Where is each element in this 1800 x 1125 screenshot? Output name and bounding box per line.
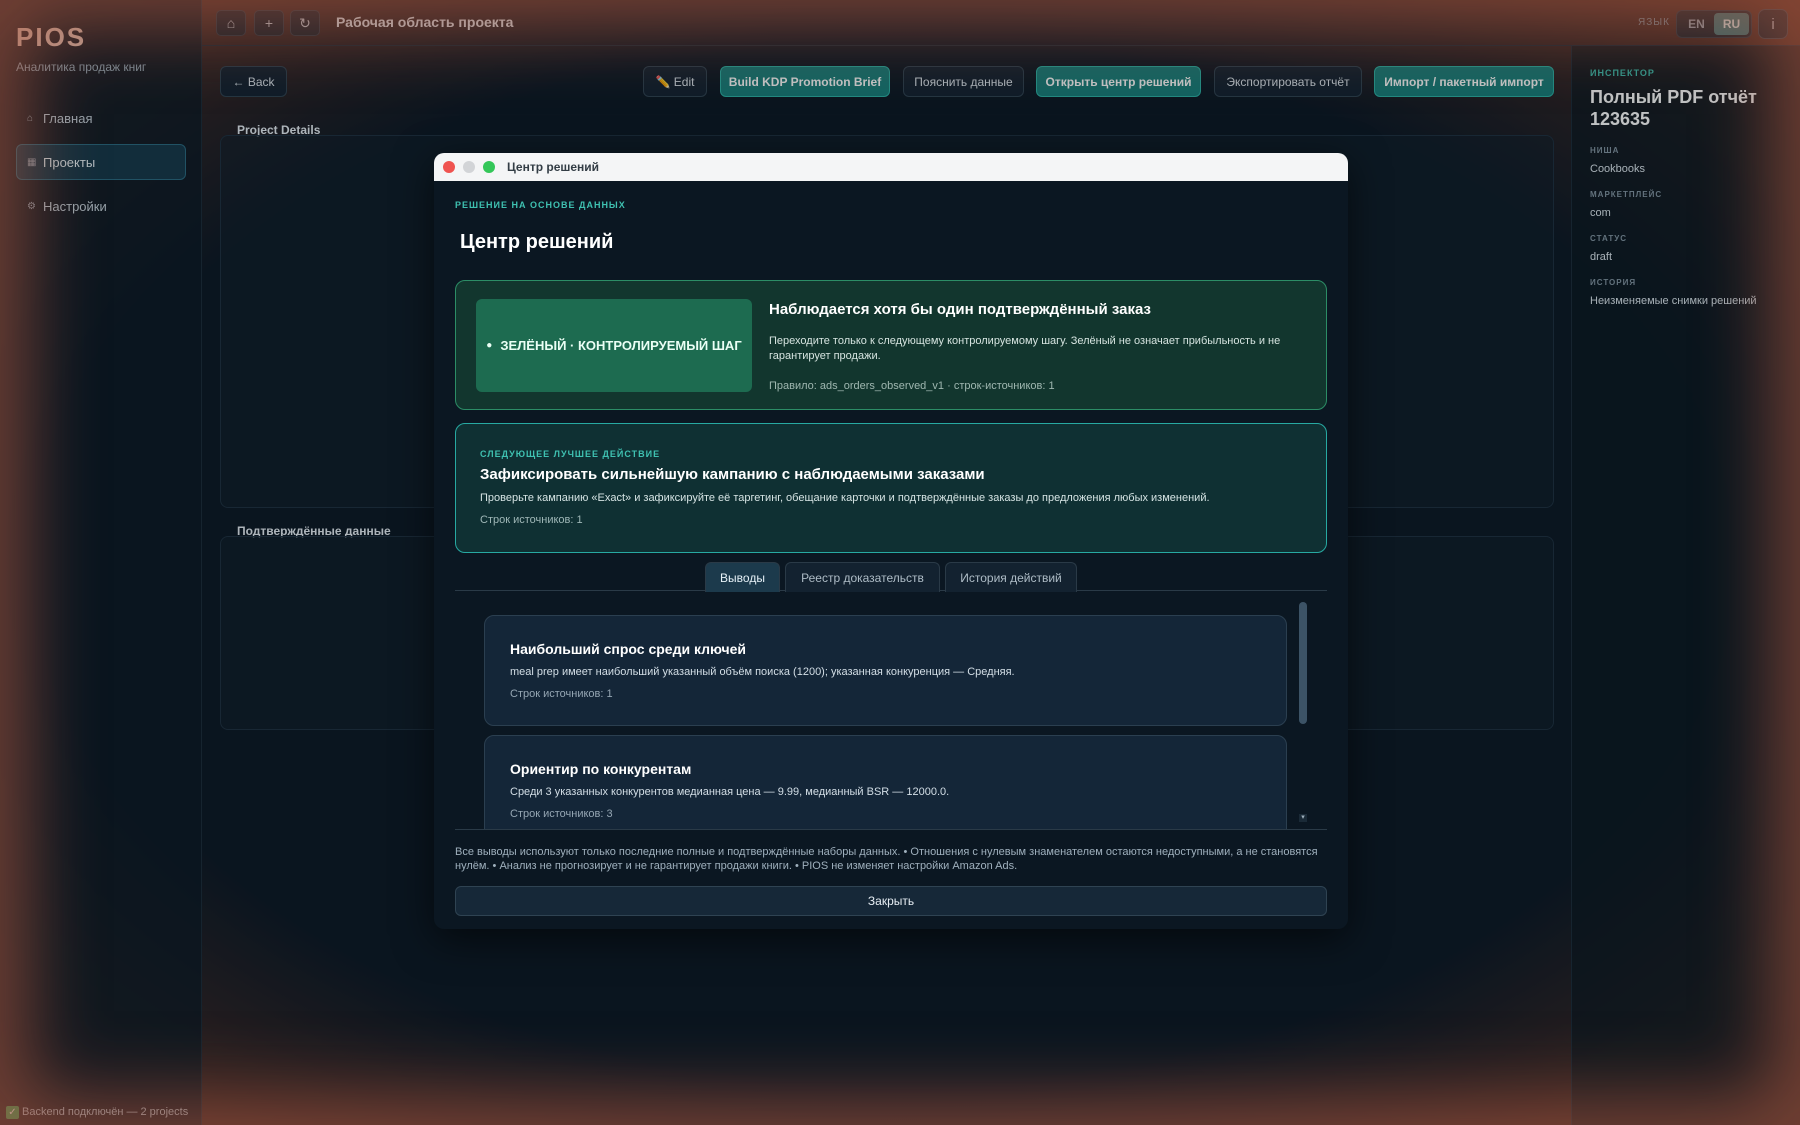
next-action-sources: Строк источников: 1 (480, 514, 583, 526)
finding-title: Ориентир по конкурентам (510, 761, 692, 777)
modal-window-title: Центр решений (507, 160, 600, 174)
finding-card: Наибольший спрос среди ключей meal prep … (484, 615, 1287, 726)
verdict-card: ● ЗЕЛЁНЫЙ · КОНТРОЛИРУЕМЫЙ ШАГ Наблюдает… (455, 280, 1327, 410)
close-button[interactable]: Закрыть (455, 886, 1327, 916)
next-action-kicker: СЛЕДУЮЩЕЕ ЛУЧШЕЕ ДЕЙСТВИЕ (480, 449, 661, 459)
modal-kicker: РЕШЕНИЕ НА ОСНОВЕ ДАННЫХ (455, 200, 626, 210)
window-close-icon[interactable] (443, 161, 455, 173)
scroll-down-icon[interactable]: ▾ (1299, 814, 1307, 822)
modal-titlebar: Центр решений (434, 153, 1348, 181)
scrollbar-thumb[interactable] (1299, 602, 1307, 724)
modal-footnote: Все выводы используют только последние п… (455, 846, 1318, 872)
window-maximize-icon[interactable] (483, 161, 495, 173)
next-action-title: Зафиксировать сильнейшую кампанию с набл… (480, 466, 985, 483)
scrollbar[interactable]: ▾ (1299, 602, 1307, 822)
findings-list[interactable]: Наибольший спрос среди ключей meal prep … (455, 598, 1327, 830)
finding-text: Среди 3 указанных конкурентов медианная … (510, 786, 950, 798)
finding-card: Ориентир по конкурентам Среди 3 указанны… (484, 735, 1287, 829)
tab-action-history[interactable]: История действий (945, 562, 1077, 592)
verdict-text: Переходите только к следующему контролир… (769, 335, 1281, 362)
decision-center-modal: Центр решений РЕШЕНИЕ НА ОСНОВЕ ДАННЫХ Ц… (434, 153, 1348, 929)
verdict-badge-label: ЗЕЛЁНЫЙ · КОНТРОЛИРУЕМЫЙ ШАГ (500, 338, 742, 353)
bullet-icon: ● (486, 340, 493, 351)
window-minimize-icon[interactable] (463, 161, 475, 173)
next-best-action-card: СЛЕДУЮЩЕЕ ЛУЧШЕЕ ДЕЙСТВИЕ Зафиксировать … (455, 423, 1327, 553)
verdict-badge: ● ЗЕЛЁНЫЙ · КОНТРОЛИРУЕМЫЙ ШАГ (476, 299, 752, 392)
finding-sources: Строк источников: 3 (510, 808, 613, 820)
modal-heading: Центр решений (460, 231, 614, 253)
verdict-title: Наблюдается хотя бы один подтверждённый … (769, 301, 1151, 318)
tab-findings[interactable]: Выводы (705, 562, 780, 592)
finding-text: meal prep имеет наибольший указанный объ… (510, 666, 1015, 678)
modal-tabs: Выводы Реестр доказательств История дейс… (455, 561, 1327, 592)
finding-sources: Строк источников: 1 (510, 688, 613, 700)
finding-title: Наибольший спрос среди ключей (510, 641, 746, 657)
tab-evidence-registry[interactable]: Реестр доказательств (785, 562, 940, 592)
next-action-text: Проверьте кампанию «Exact» и зафиксируйт… (480, 492, 1210, 504)
verdict-rule: Правило: ads_orders_observed_v1 · строк-… (769, 380, 1055, 392)
